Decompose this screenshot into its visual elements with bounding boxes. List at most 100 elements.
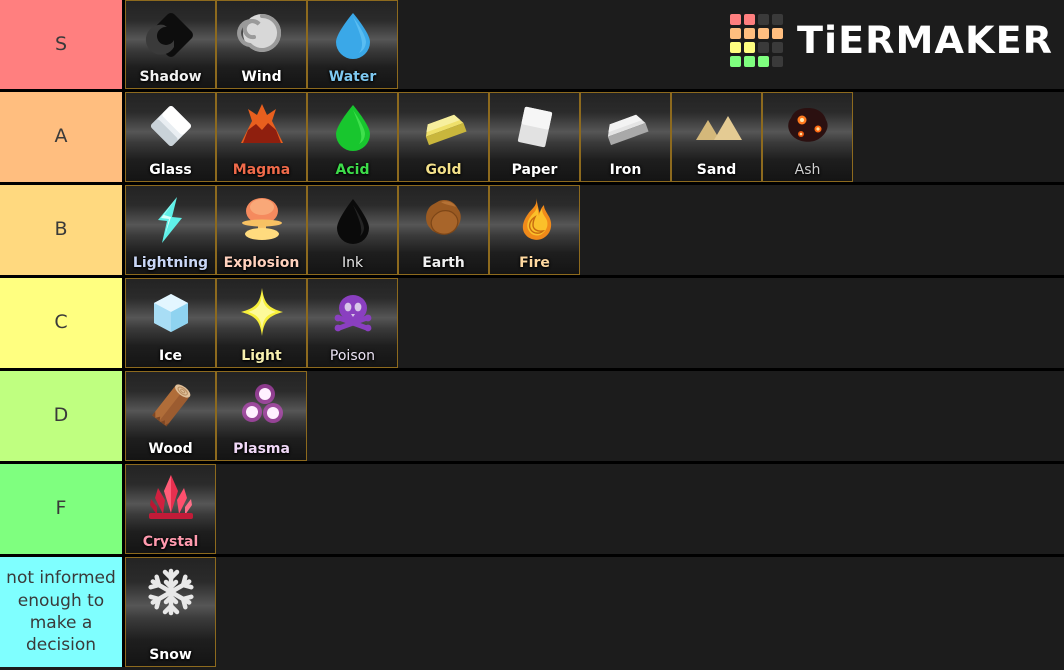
logo-cell-3-2 [758,56,770,67]
tier-item-label: Gold [425,162,462,178]
tier-item[interactable]: Explosion [216,185,307,275]
tier-item-label: Acid [335,162,370,178]
tier-row: A Glass Magma Acid Gold Paper Iron Sand Ash [0,92,1064,185]
explosion-icon [217,190,306,250]
logo-cell-3-1 [744,56,756,67]
tier-item-label: Sand [696,162,737,178]
tier-item-label: Wind [241,69,282,85]
tier-label[interactable]: D [0,371,125,461]
tier-item[interactable]: Plasma [216,371,307,461]
tier-rows: S Shadow Wind Water A Glass Magma Acid Gold Paper… [0,0,1064,667]
plasma-icon [217,376,306,436]
tier-item-label: Snow [149,647,192,663]
crystal-icon [126,469,215,529]
iron-icon [581,97,670,157]
tier-item[interactable]: Snow [125,557,216,667]
tier-row: not informed enough to make a decision Sn… [0,557,1064,667]
logo-cell-2-0 [730,42,742,53]
tier-item[interactable]: Wind [216,0,307,89]
light-icon [217,283,306,343]
tier-label[interactable]: S [0,0,125,89]
tier-item-label: Fire [519,255,550,271]
logo-cell-2-1 [744,42,756,53]
logo-cell-2-2 [758,42,770,53]
tier-item[interactable]: Ice [125,278,216,368]
ice-icon [126,283,215,343]
tier-item[interactable]: Earth [398,185,489,275]
logo-cell-1-0 [730,28,742,39]
glass-icon [126,97,215,157]
logo-cell-0-0 [730,14,742,25]
ash-icon [763,97,852,157]
tier-item-dropzone[interactable]: Lightning Explosion Ink Earth Fire [125,185,1064,275]
tier-item-dropzone[interactable]: Crystal [125,464,1064,554]
tier-item[interactable]: Water [307,0,398,89]
tier-item[interactable]: Fire [489,185,580,275]
tier-item[interactable]: Iron [580,92,671,182]
tier-label[interactable]: F [0,464,125,554]
tier-row: B Lightning Explosion Ink Earth Fire [0,185,1064,278]
tier-row: C Ice Light Poison [0,278,1064,371]
magma-icon [217,97,306,157]
tier-row: F Crystal [0,464,1064,557]
tier-item-label: Plasma [233,441,290,457]
snow-icon [126,562,215,622]
logo-cell-1-2 [758,28,770,39]
tier-item[interactable]: Sand [671,92,762,182]
poison-icon [308,283,397,343]
tier-item-dropzone[interactable]: Snow [125,557,1064,667]
logo-grid-icon [730,14,784,67]
tier-label[interactable]: not informed enough to make a decision [0,557,125,667]
tier-item-label: Magma [232,162,291,178]
tier-item-label: Earth [422,255,465,271]
tier-item-dropzone[interactable]: Glass Magma Acid Gold Paper Iron Sand Ash [125,92,1064,182]
fire-icon [490,190,579,250]
tier-item[interactable]: Lightning [125,185,216,275]
wind-icon [217,5,306,65]
lightning-icon [126,190,215,250]
tier-item-label: Explosion [223,255,300,271]
tier-item-label: Shadow [139,69,202,85]
tier-item-dropzone[interactable]: Wood Plasma [125,371,1064,461]
tier-item[interactable]: Gold [398,92,489,182]
tier-item[interactable]: Magma [216,92,307,182]
tier-item-label: Ice [158,348,182,364]
tier-label[interactable]: C [0,278,125,368]
tier-item[interactable]: Light [216,278,307,368]
water-icon [308,5,397,65]
tier-item-label: Paper [511,162,558,178]
wood-icon [126,376,215,436]
tier-item[interactable]: Paper [489,92,580,182]
tier-item[interactable]: Wood [125,371,216,461]
sand-icon [672,97,761,157]
tier-item-label: Light [241,348,282,364]
tier-item[interactable]: Ash [762,92,853,182]
tier-label[interactable]: A [0,92,125,182]
tier-item-label: Poison [329,348,376,364]
acid-icon [308,97,397,157]
logo-cell-3-3 [772,56,784,67]
tier-list-app: TiERMAKER S Shadow Wind Water A Glass Magma Aci… [0,0,1064,670]
shadow-icon [126,5,215,65]
ink-icon [308,190,397,250]
tier-item-label: Ash [794,162,821,178]
tier-item-label: Crystal [142,534,199,550]
tier-row: D Wood Plasma [0,371,1064,464]
tier-item[interactable]: Crystal [125,464,216,554]
tier-label[interactable]: B [0,185,125,275]
tier-item[interactable]: Ink [307,185,398,275]
earth-icon [399,190,488,250]
logo-cell-3-0 [730,56,742,67]
logo-cell-2-3 [772,42,784,53]
paper-icon [490,97,579,157]
tier-item-dropzone[interactable]: Ice Light Poison [125,278,1064,368]
logo-cell-1-3 [772,28,784,39]
tier-item[interactable]: Acid [307,92,398,182]
logo-cell-0-2 [758,14,770,25]
logo-cell-0-1 [744,14,756,25]
tier-item[interactable]: Shadow [125,0,216,89]
tier-item[interactable]: Glass [125,92,216,182]
tier-item-label: Iron [609,162,642,178]
tier-item[interactable]: Poison [307,278,398,368]
logo-cell-0-3 [772,14,784,25]
